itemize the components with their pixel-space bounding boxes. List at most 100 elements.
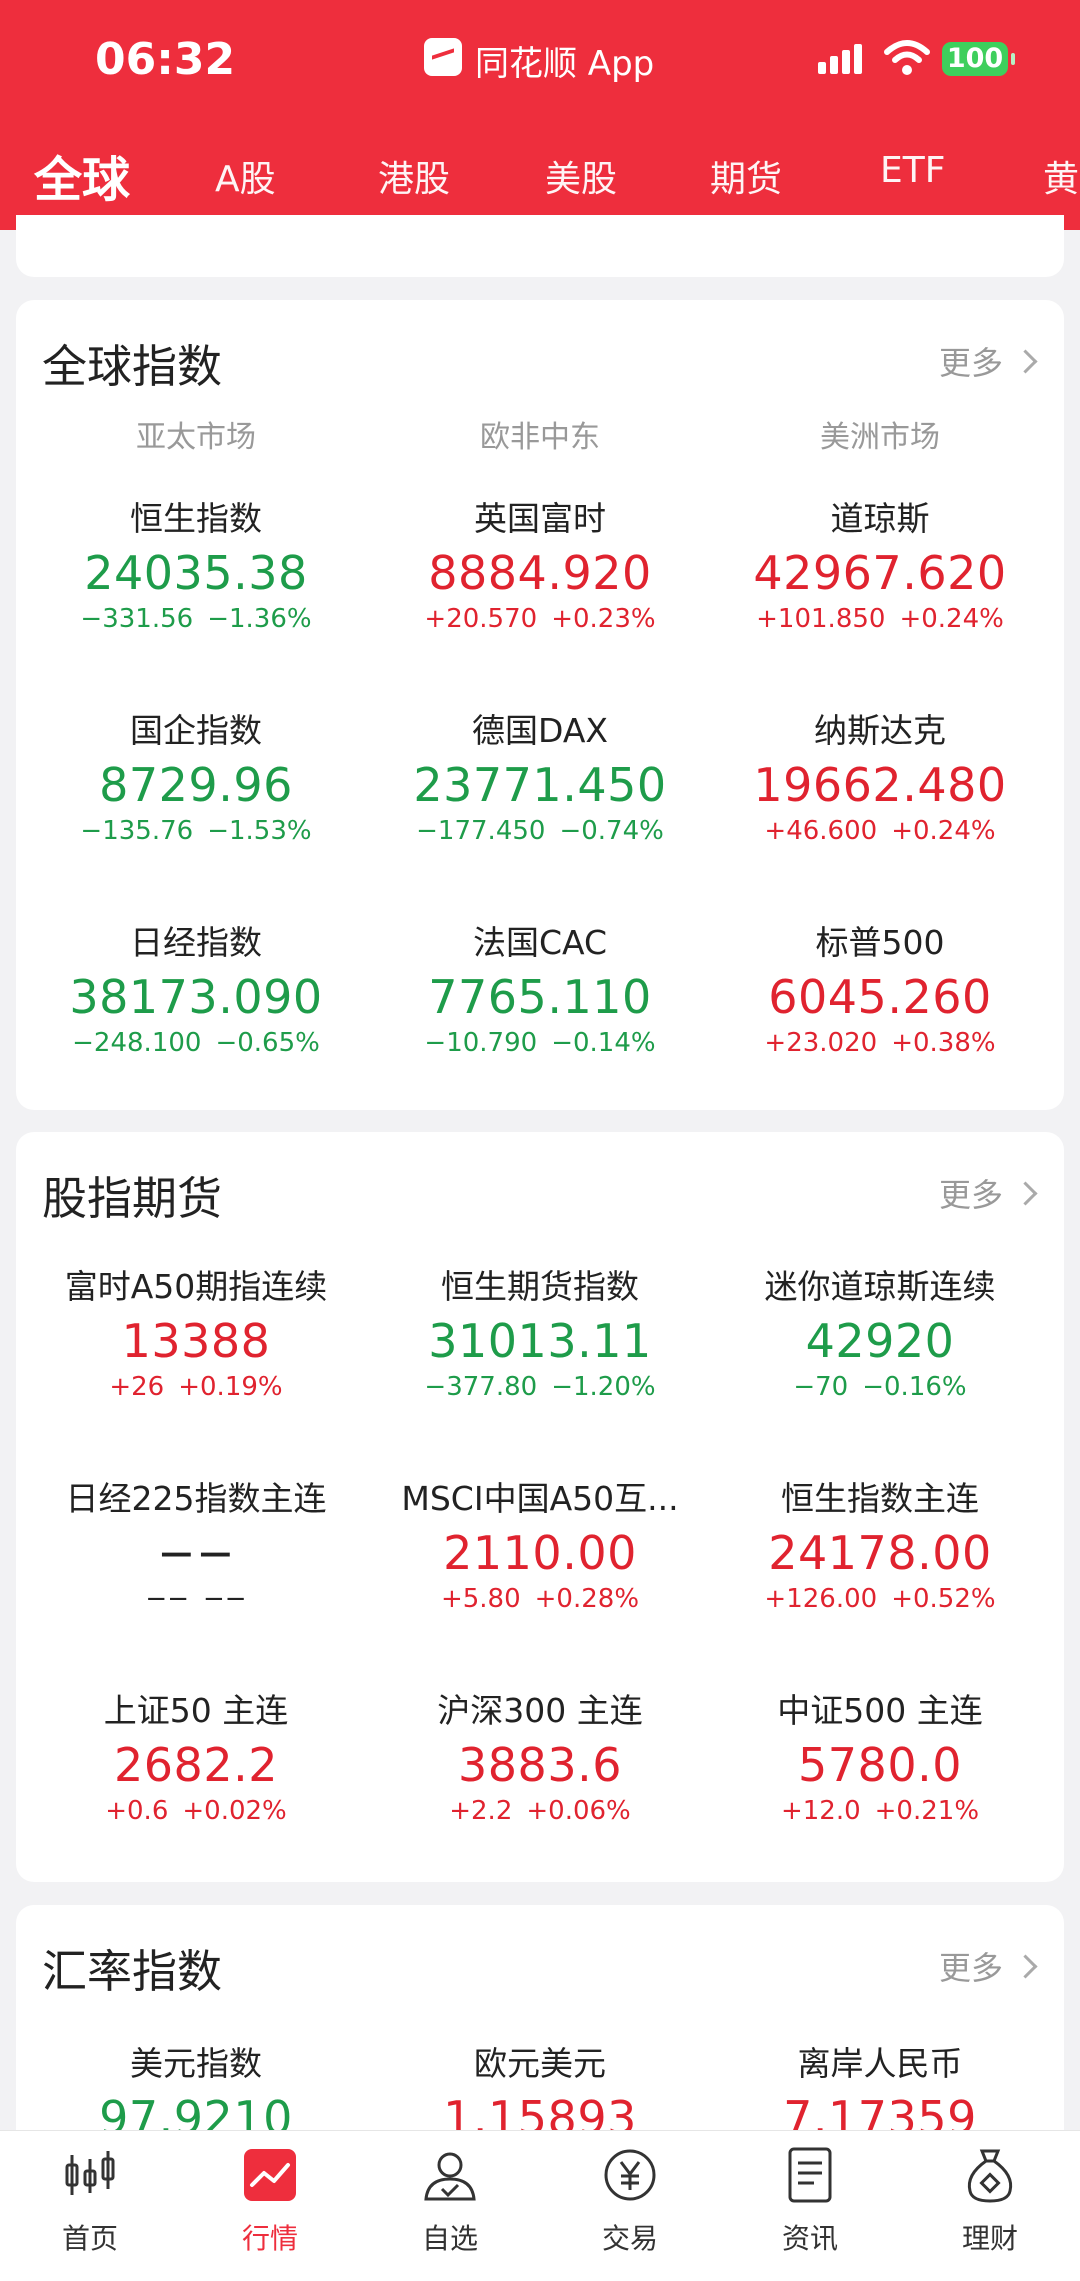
tab-etf[interactable]: ETF: [880, 150, 945, 191]
market-chart-icon: [244, 2149, 296, 2201]
tab-global[interactable]: 全球: [34, 140, 130, 210]
more-label: 更多: [938, 344, 1003, 382]
fx-card: 汇率指数 更多 美元指数 97.9210 欧元美元 1.15893 离岸人民币 7.173…: [16, 1905, 1064, 2155]
column-header: 美洲市场: [820, 420, 940, 455]
section-title: 全球指数: [42, 340, 223, 393]
quote-cell[interactable]: 离岸人民币 7.17359: [710, 2037, 1050, 2145]
status-bar: 06:32 同花顺 App 100: [0, 0, 1080, 120]
nav-watchlist[interactable]: 自选: [390, 2145, 510, 2257]
quote-change-amount: −377.80: [424, 1372, 538, 1402]
quote-cell[interactable]: 中证500 主连 5780.0 +12.0 +0.21%: [710, 1684, 1050, 1826]
user-check-icon: [424, 2152, 476, 2201]
quote-value: 8884.920: [428, 546, 652, 600]
nav-label: 行情: [241, 2222, 298, 2255]
quote-cell[interactable]: 国企指数 8729.96 −135.76 −1.53%: [26, 704, 366, 846]
quote-change: −248.100 −0.65%: [26, 1028, 366, 1058]
quote-cell[interactable]: 日经指数 38173.090 −248.100 −0.65%: [26, 916, 366, 1058]
battery-indicator: 100: [942, 42, 1015, 76]
quote-change-amount: −70: [793, 1372, 849, 1402]
quote-change-percent: −0.14%: [551, 1028, 656, 1058]
quote-value: 38173.090: [69, 970, 323, 1024]
quote-change-amount: −10.790: [424, 1028, 538, 1058]
signal-icon: [818, 44, 862, 74]
quote-name: 美元指数: [130, 2044, 262, 2083]
quote-cell[interactable]: 沪深300 主连 3883.6 +2.2 +0.06%: [370, 1684, 710, 1826]
quote-name: 恒生期货指数: [441, 1267, 639, 1306]
quote-cell[interactable]: 日经225指数主连 −− −− −−: [26, 1472, 366, 1614]
quote-change-amount: +5.80: [440, 1584, 521, 1614]
quote-name: 上证50 主连: [103, 1691, 289, 1730]
quote-cell[interactable]: 富时A50期指连续 13388 +26 +0.19%: [26, 1260, 366, 1402]
previous-card: [16, 215, 1064, 277]
quote-cell[interactable]: 德国DAX 23771.450 −177.450 −0.74%: [370, 704, 710, 846]
quote-value: 24035.38: [84, 546, 308, 600]
quote-value: 19662.480: [753, 758, 1007, 812]
quote-value: 2110.00: [443, 1526, 637, 1580]
more-button[interactable]: 更多: [938, 338, 1038, 384]
quote-cell[interactable]: 恒生指数主连 24178.00 +126.00 +0.52%: [710, 1472, 1050, 1614]
tab-hk-stocks[interactable]: 港股: [378, 150, 450, 202]
quote-value: −−: [156, 1526, 236, 1580]
quote-name: 离岸人民币: [797, 2044, 963, 2083]
tab-a-shares[interactable]: A股: [215, 150, 276, 202]
nav-home[interactable]: 首页: [30, 2145, 150, 2257]
quote-change-percent: +0.21%: [874, 1796, 980, 1826]
quote-cell[interactable]: 纳斯达克 19662.480 +46.600 +0.24%: [710, 704, 1050, 846]
nav-market[interactable]: 行情: [210, 2145, 330, 2257]
quote-cell[interactable]: 恒生期货指数 31013.11 −377.80 −1.20%: [370, 1260, 710, 1402]
quote-change: +101.850 +0.24%: [710, 604, 1050, 634]
wifi-icon: [884, 40, 930, 75]
quote-change: +5.80 +0.28%: [370, 1584, 710, 1614]
quote-change-amount: +23.020: [764, 1028, 878, 1058]
more-button[interactable]: 更多: [939, 1170, 1038, 1216]
quote-change-percent: +0.19%: [178, 1372, 283, 1402]
tab-gold[interactable]: 黄: [1043, 150, 1079, 202]
quote-cell[interactable]: 上证50 主连 2682.2 +0.6 +0.02%: [26, 1684, 366, 1826]
quote-change: +26 +0.19%: [26, 1372, 366, 1402]
quote-cell[interactable]: MSCI中国A50互... 2110.00 +5.80 +0.28%: [370, 1472, 710, 1614]
nav-news[interactable]: 资讯: [750, 2145, 870, 2257]
app-logo-icon: [424, 38, 462, 76]
global-index-card: 全球指数 更多 亚太市场 欧非中东 美洲市场 恒生指数 24035.38 −331.…: [16, 300, 1064, 1110]
chevron-right-icon: [1013, 1181, 1038, 1206]
column-header: 亚太市场: [136, 420, 256, 455]
tab-us-stocks[interactable]: 美股: [545, 150, 617, 202]
nav-label: 交易: [601, 2222, 658, 2255]
app-name[interactable]: 同花顺 App: [475, 36, 654, 85]
quote-cell[interactable]: 标普500 6045.260 +23.020 +0.38%: [710, 916, 1050, 1058]
quote-name: 日经225指数主连: [65, 1479, 327, 1518]
quote-change-amount: +26: [109, 1372, 165, 1402]
quote-value: 42967.620: [753, 546, 1007, 600]
nav-trade[interactable]: 交易: [570, 2145, 690, 2257]
app-header: 06:32 同花顺 App 100 全球 A股 港股 美股 期货 ETF 黄: [0, 0, 1080, 230]
quote-change-percent: +0.24%: [891, 816, 996, 846]
nav-wealth[interactable]: 理财: [930, 2145, 1050, 2257]
quote-cell[interactable]: 道琼斯 42967.620 +101.850 +0.24%: [710, 492, 1050, 634]
quote-name: 欧元美元: [474, 2044, 606, 2083]
quote-cell[interactable]: 法国CAC 7765.110 −10.790 −0.14%: [370, 916, 710, 1058]
section-title: 股指期货: [42, 1172, 223, 1225]
tab-futures[interactable]: 期货: [710, 150, 782, 202]
quote-name: 富时A50期指连续: [64, 1267, 328, 1306]
quote-name: 德国DAX: [471, 711, 608, 750]
quote-change-amount: −135.76: [80, 816, 194, 846]
market-tabs: 全球 A股 港股 美股 期货 ETF 黄: [0, 130, 1080, 210]
quote-change-percent: +0.38%: [891, 1028, 996, 1058]
quote-cell[interactable]: 英国富时 8884.920 +20.570 +0.23%: [370, 492, 710, 634]
quote-cell[interactable]: 迷你道琼斯连续 42920 −70 −0.16%: [710, 1260, 1050, 1402]
quote-name: 道琼斯: [830, 499, 930, 538]
quote-cell[interactable]: 美元指数 97.9210: [26, 2037, 366, 2145]
quote-value: 24178.00: [768, 1526, 992, 1580]
quote-cell[interactable]: 恒生指数 24035.38 −331.56 −1.36%: [26, 492, 366, 634]
quote-cell[interactable]: 欧元美元 1.15893: [370, 2037, 710, 2145]
quote-value: 3883.6: [458, 1738, 622, 1792]
quote-name: 纳斯达克: [814, 711, 946, 750]
more-label: 更多: [938, 1949, 1003, 1987]
quote-name: 法国CAC: [472, 923, 608, 962]
quote-name: MSCI中国A50互...: [401, 1479, 679, 1518]
quote-change: +12.0 +0.21%: [710, 1796, 1050, 1826]
quote-change-percent: −0.65%: [215, 1028, 320, 1058]
quote-change: −377.80 −1.20%: [370, 1372, 710, 1402]
more-button[interactable]: 更多: [938, 1943, 1038, 1989]
quote-change-amount: +46.600: [764, 816, 878, 846]
